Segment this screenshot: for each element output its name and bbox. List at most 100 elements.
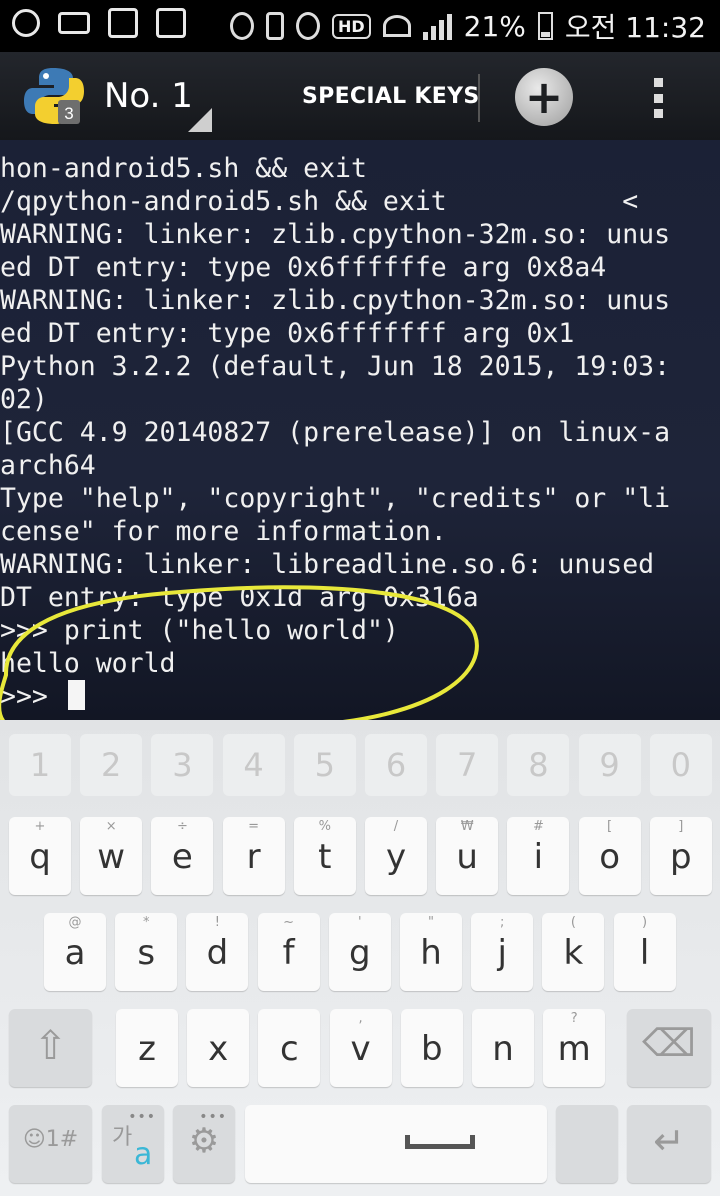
battery-percent: 21% [463,9,526,43]
session-title[interactable]: No. 1 [104,76,193,116]
add-session-button[interactable]: + [515,68,573,126]
terminal-line: cense" for more information. [0,516,447,547]
soft-keyboard: 1 2 3 4 5 6 7 8 9 0 + q × w ÷ e = r% t / y ₩ u # i[o] p @ a * s! d ~ f ' g… [0,720,720,1196]
key-w[interactable]: × w [80,817,143,895]
key-e[interactable]: ÷ e [151,817,214,895]
key-z[interactable]: z [116,1009,178,1087]
enter-key[interactable]: ↵ [627,1105,711,1183]
status-bar: HD 21% 오전 11:32 [0,0,720,52]
toolbar-divider [478,74,480,122]
terminal-line: WARNING: linker: libreadline.so.6: unuse… [0,549,655,580]
key-o[interactable]: [o [578,817,641,895]
overflow-menu-icon[interactable] [652,78,664,118]
key-y[interactable]: / y [365,817,427,895]
key-r[interactable]: = r [222,817,285,895]
key-label: c [280,1029,299,1069]
key-label: 3 [172,746,193,784]
key-label: b [421,1029,443,1069]
terminal-line: hello world [0,648,176,679]
key-4[interactable]: 4 [222,734,285,796]
more-dots-icon: ••• [128,1109,156,1125]
key-f[interactable]: ~ f [257,913,320,991]
key-2[interactable]: 2 [80,734,143,796]
key-label: q [29,837,51,877]
key-c[interactable]: c [258,1009,321,1087]
key-a[interactable]: @ a [44,913,106,991]
key-m[interactable]: ? m [543,1009,606,1087]
key-hint: ' [358,915,362,930]
key-d[interactable]: ! d [186,913,249,991]
shift-key[interactable]: ⇧ [9,1009,92,1087]
language-key[interactable]: ••• 가 a [102,1105,164,1183]
key-l[interactable]: ) l [613,913,676,991]
key-label: s [137,933,156,973]
key-label: 2 [101,746,122,784]
key-hint: % [318,819,331,834]
cursor-key[interactable] [556,1105,618,1183]
key-label: d [206,933,229,973]
key-label: ☺1# [22,1127,79,1152]
dropdown-corner-icon[interactable] [188,108,212,132]
key-h[interactable]: " h [400,913,462,991]
app-notification-icon [12,9,40,37]
space-key[interactable] [245,1105,547,1183]
key-label: p [670,837,692,877]
special-keys-button[interactable]: SPECIAL KEYS [302,84,479,109]
battery-icon [537,12,553,40]
key-hint: ( [570,915,576,930]
key-label: ↵ [653,1119,685,1163]
key-label: r [246,837,261,877]
key-k[interactable]: (k [542,913,605,991]
key-q[interactable]: + q [9,817,71,895]
key-t[interactable]: % t [293,817,356,895]
text-cursor [67,680,85,710]
key-label: 5 [314,746,335,784]
key-hint: " [428,915,434,930]
key-s[interactable]: * s [115,913,178,991]
key-7[interactable]: 7 [436,734,499,796]
key-0[interactable]: 0 [649,734,712,796]
terminal-output[interactable]: hon-android5.sh && exit/qpython-android5… [0,140,720,720]
key-label: x [208,1029,229,1069]
key-label: ⚙ [188,1121,220,1161]
key-label: 4 [243,746,264,784]
symbols-key[interactable]: ☺1# [9,1105,92,1183]
signal-icon [422,12,452,40]
key-hint: + [34,819,46,834]
key-b[interactable]: b [400,1009,463,1087]
key-p[interactable]: ] p [649,817,712,895]
terminal-line: WARNING: linker: zlib.cpython-32m.so: un… [0,219,671,250]
lang-korean-label: 가 [112,1125,133,1150]
key-hint: ? [570,1011,578,1026]
key-1[interactable]: 1 [9,734,71,796]
key-8[interactable]: 8 [507,734,570,796]
key-n[interactable]: n [472,1009,534,1087]
terminal-line: ed DT entry: type 0x6fffffff arg 0x1 [0,318,575,349]
key-3[interactable]: 3 [151,734,214,796]
python-logo-icon[interactable]: 3 [22,64,86,128]
key-label: 7 [457,746,478,784]
key-i[interactable]: # i [507,817,570,895]
key-label: 9 [599,746,620,784]
terminal-line: DT entry: type 0x1d arg 0x316a [0,582,479,613]
key-x[interactable]: x [187,1009,250,1087]
key-label: e [171,837,193,877]
terminal-line: arch64 [0,450,96,481]
key-5[interactable]: 5 [293,734,356,796]
key-label: h [420,933,442,973]
key-hint: * [142,915,150,930]
clock: 오전 11:32 [564,11,706,44]
key-label: t [318,837,332,877]
more-dots-icon: ••• [199,1109,227,1125]
settings-key[interactable]: ⚙ ••• [173,1105,235,1183]
key-g[interactable]: ' g [328,913,391,991]
key-label: l [639,933,650,973]
key-j[interactable]: ; j [471,913,534,991]
key-9[interactable]: 9 [578,734,641,796]
backspace-key[interactable]: ⌫ [627,1009,711,1087]
key-u[interactable]: ₩ u [436,817,499,895]
key-v[interactable]: ,v [329,1009,392,1087]
key-label: 6 [385,746,407,784]
key-label: y [385,837,407,877]
key-6[interactable]: 6 [365,734,427,796]
